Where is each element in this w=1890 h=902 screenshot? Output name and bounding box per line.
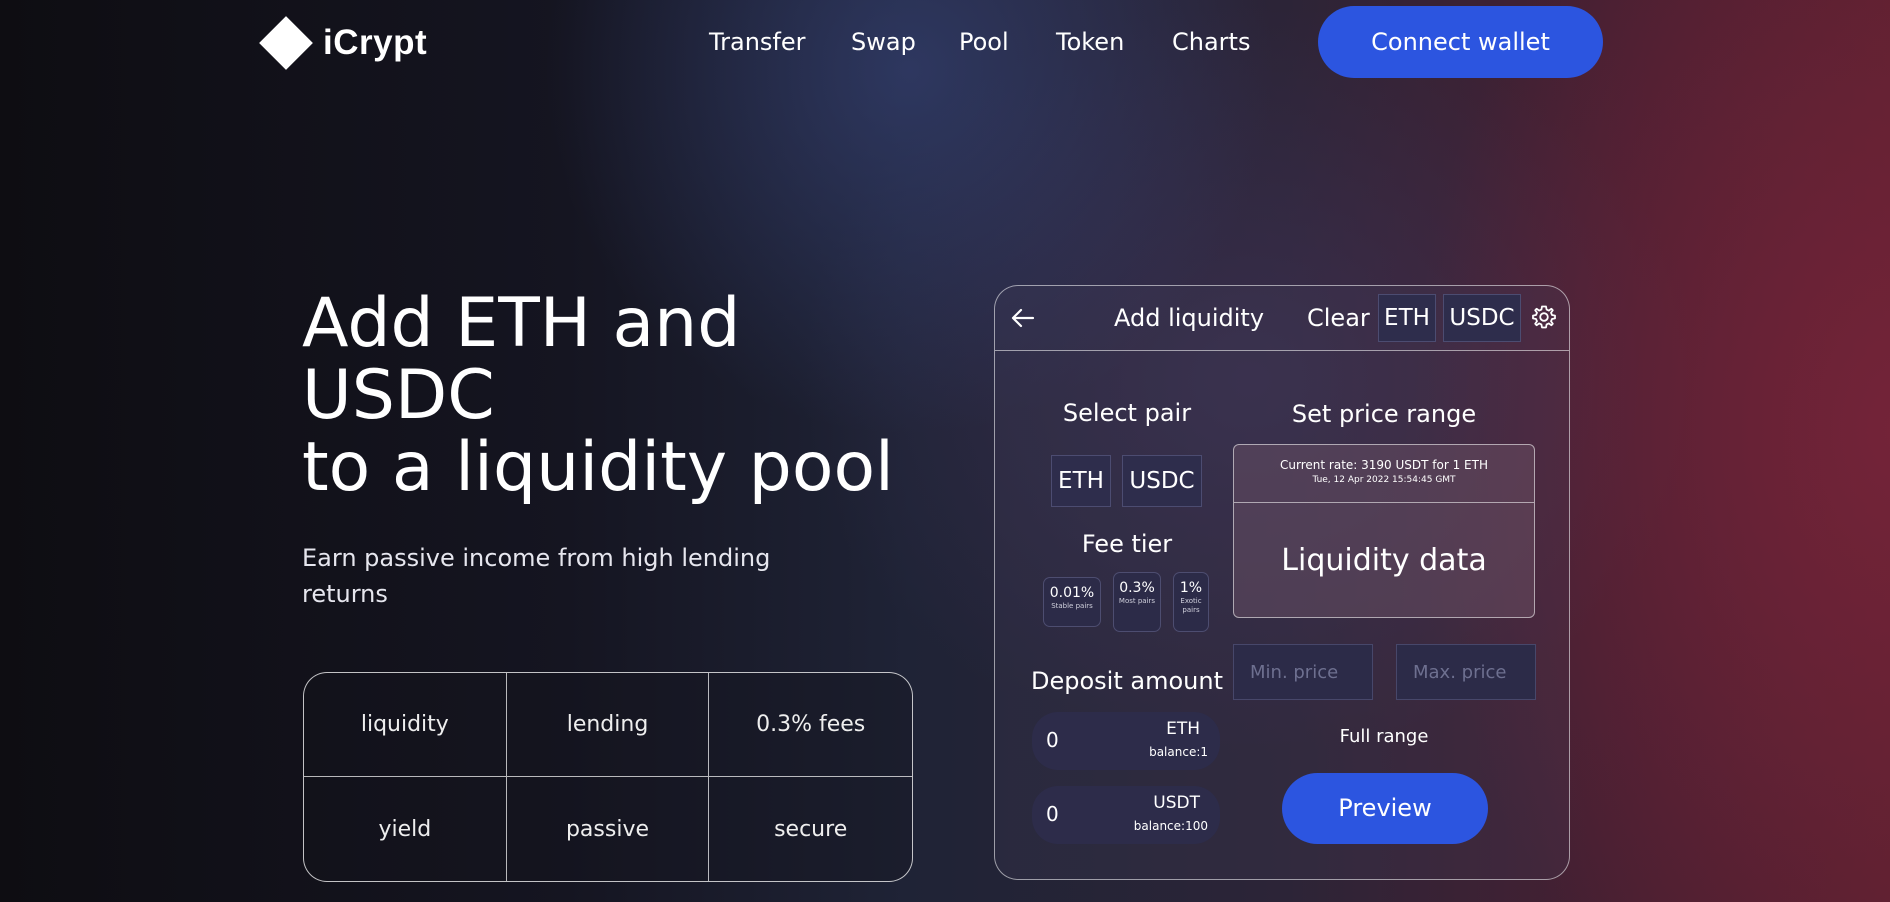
select-pair-label: Select pair bbox=[1062, 399, 1192, 427]
tag-secure: secure bbox=[774, 816, 848, 842]
connect-wallet-button[interactable]: Connect wallet bbox=[1318, 6, 1603, 78]
hero-title-line-3: to a liquidity pool bbox=[302, 428, 894, 507]
add-liquidity-card: Add liquidity Clear ETH USDC Select pair… bbox=[994, 285, 1570, 880]
tag-lending: lending bbox=[506, 673, 710, 777]
nav-transfer[interactable]: Transfer bbox=[709, 24, 806, 60]
hero-title-line-1: Add ETH and bbox=[302, 284, 741, 363]
fee-tier-0-01[interactable]: 0.01% Stable pairs bbox=[1043, 577, 1101, 627]
card-header-divider bbox=[995, 350, 1569, 351]
logo[interactable]: iCrypt bbox=[258, 14, 438, 72]
diamond-logo-icon bbox=[259, 16, 313, 70]
fee-tier-desc: Exotic pairs bbox=[1180, 597, 1202, 614]
rate-divider bbox=[1234, 502, 1534, 503]
deposit-token-usdt: USDT bbox=[1153, 793, 1200, 813]
liquidity-data-label: Liquidity data bbox=[1281, 543, 1487, 578]
fee-tier-label: Fee tier bbox=[1081, 530, 1173, 558]
full-range-button[interactable]: Full range bbox=[1233, 724, 1535, 750]
min-price-input[interactable] bbox=[1233, 644, 1373, 700]
fee-tier-pct: 1% bbox=[1179, 580, 1203, 596]
nav-token[interactable]: Token bbox=[1056, 24, 1124, 60]
tag-passive: passive bbox=[507, 777, 710, 881]
fee-tier-desc: Stable pairs bbox=[1051, 602, 1093, 610]
deposit-balance-eth: balance:1 bbox=[1149, 745, 1208, 759]
fee-tier-1[interactable]: 1% Exotic pairs bbox=[1173, 572, 1209, 632]
nav-swap[interactable]: Swap bbox=[851, 24, 916, 60]
nav-charts[interactable]: Charts bbox=[1172, 24, 1250, 60]
fee-tier-pct: 0.3% bbox=[1119, 580, 1155, 596]
logo-text: iCrypt bbox=[323, 23, 428, 62]
feature-tag-grid: liquidity lending 0.3% fees yield passiv… bbox=[303, 672, 913, 882]
back-arrow-icon[interactable] bbox=[1009, 304, 1037, 332]
tag-yield: yield bbox=[304, 777, 507, 881]
preview-button[interactable]: Preview bbox=[1282, 773, 1488, 844]
hero-subtitle: Earn passive income from high lending re… bbox=[302, 544, 771, 608]
fee-tier-desc: Most pairs bbox=[1118, 597, 1156, 605]
fee-tier-pct: 0.01% bbox=[1049, 585, 1095, 601]
rate-panel: Current rate: 3190 USDT for 1 ETH Tue, 1… bbox=[1233, 444, 1535, 618]
clear-button[interactable]: Clear bbox=[1307, 300, 1370, 336]
fee-tier-0-3[interactable]: 0.3% Most pairs bbox=[1113, 572, 1161, 632]
deposit-value-eth[interactable]: 0 bbox=[1046, 726, 1059, 754]
deposit-balance-usdt: balance:100 bbox=[1133, 819, 1208, 833]
rate-timestamp: Tue, 12 Apr 2022 15:54:45 GMT bbox=[1312, 475, 1456, 485]
set-price-range-label: Set price range bbox=[1291, 400, 1477, 428]
header-token-usdc[interactable]: USDC bbox=[1443, 294, 1521, 342]
nav-pool[interactable]: Pool bbox=[959, 24, 1009, 60]
pair-token-eth[interactable]: ETH bbox=[1051, 455, 1111, 507]
pair-token-usdc[interactable]: USDC bbox=[1122, 455, 1202, 507]
deposit-row-usdt[interactable]: 0 USDT balance:100 bbox=[1032, 786, 1220, 844]
max-price-input[interactable] bbox=[1396, 644, 1536, 700]
tag-liquidity: liquidity bbox=[304, 673, 507, 777]
header-token-eth[interactable]: ETH bbox=[1378, 294, 1436, 342]
deposit-token-eth: ETH bbox=[1166, 719, 1200, 739]
gear-icon[interactable] bbox=[1531, 304, 1557, 330]
deposit-row-eth[interactable]: 0 ETH balance:1 bbox=[1032, 712, 1220, 770]
tag-fees: 0.3% fees bbox=[709, 673, 912, 777]
hero-title: Add ETH and USDC to a liquidity pool bbox=[302, 288, 942, 504]
card-title: Add liquidity bbox=[1113, 304, 1265, 332]
current-rate-text: Current rate: 3190 USDT for 1 ETH bbox=[1280, 458, 1488, 472]
deposit-amount-label: Deposit amount bbox=[1031, 667, 1223, 695]
deposit-value-usdt[interactable]: 0 bbox=[1046, 800, 1059, 828]
hero-title-line-2: USDC bbox=[302, 356, 495, 435]
